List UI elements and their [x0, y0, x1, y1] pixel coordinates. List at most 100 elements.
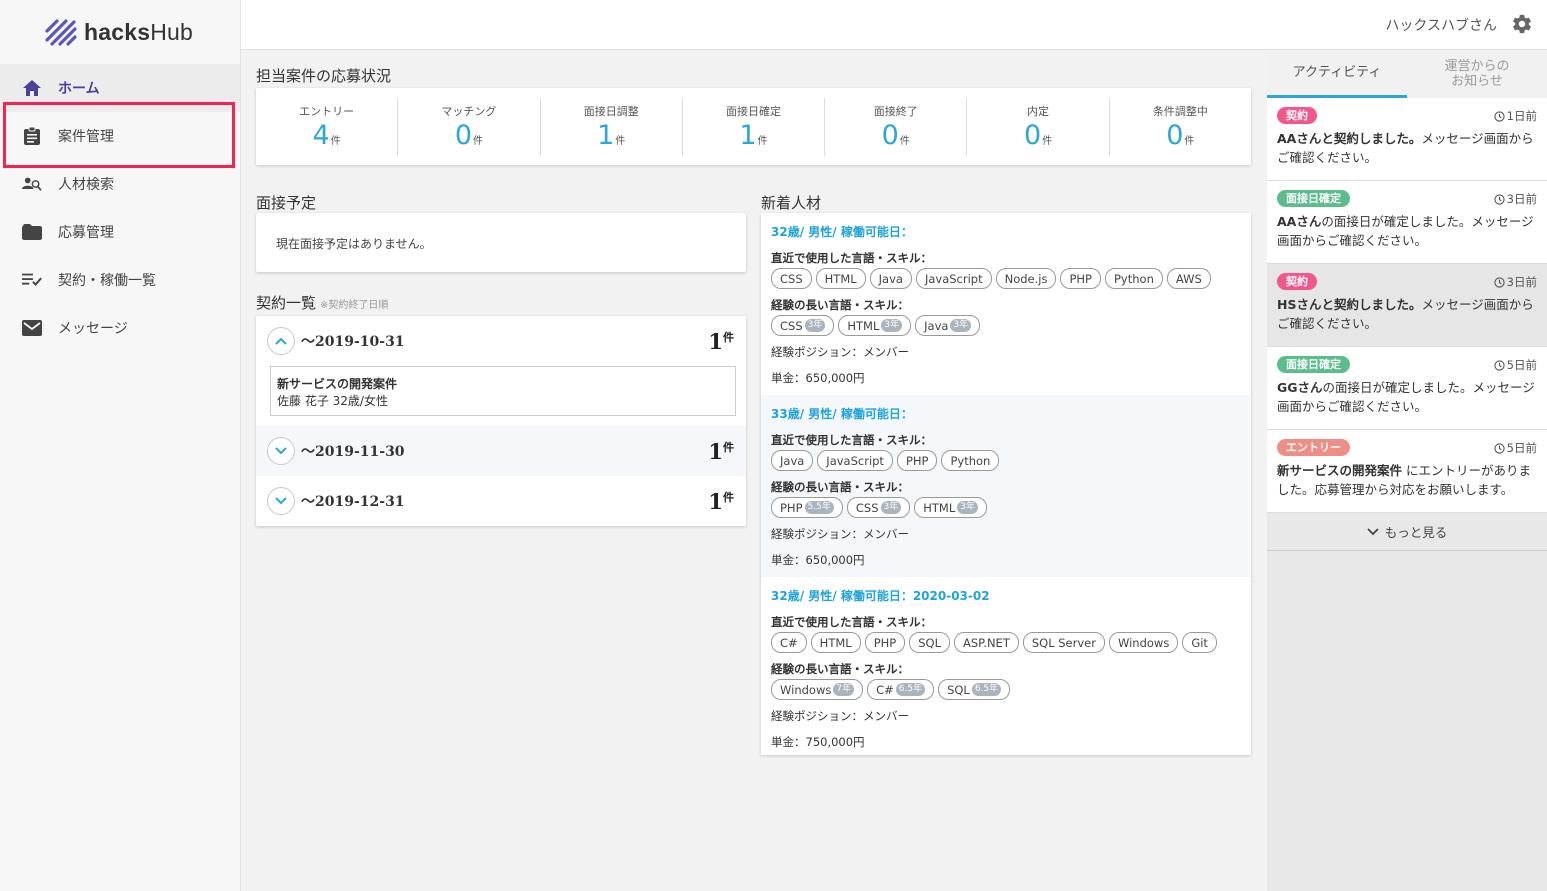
skill-tag: HTML 3年 [914, 497, 987, 518]
status-badge: 契約 [1277, 273, 1317, 290]
status-value: 1件 [597, 119, 626, 151]
sidebar-nav: ホーム 案件管理 人材検索 応募管理 契約・稼働一覧 メッセージ [0, 64, 240, 352]
chevron-down-icon[interactable] [267, 437, 295, 465]
status-negotiating[interactable]: 条件調整中 0件 [1110, 98, 1251, 156]
contract-count: 1件 [708, 328, 734, 354]
recent-skills: CSS HTML Java JavaScript Node.js PHP Pyt… [771, 268, 1241, 289]
contract-count: 1件 [708, 488, 734, 514]
status-value: 0件 [1023, 119, 1053, 151]
talent-position: 経験ポジション：メンバー [771, 527, 909, 541]
skill-tag: CSS 3年 [771, 315, 835, 336]
show-more-label: もっと見る [1384, 525, 1448, 540]
status-interview-scheduling[interactable]: 面接日調整 1件 [541, 97, 683, 156]
tab-activity[interactable]: アクティビティ [1267, 51, 1407, 98]
chevron-down-icon[interactable] [267, 487, 295, 515]
skill-tag: Java [869, 268, 912, 289]
activity-item[interactable]: エントリー 5日前 新サービスの開発案件 にエントリーがありました。応募管理から… [1267, 430, 1547, 513]
gear-icon[interactable] [1511, 13, 1533, 35]
skill-tag: PHP 5.5年 [771, 497, 843, 518]
skill-tag: JavaScript [915, 268, 992, 289]
contract-project: 新サービスの開発案件 [277, 377, 398, 391]
status-interview-done[interactable]: 面接終了 0件 [825, 97, 968, 156]
clock-icon [1494, 359, 1505, 371]
status-badge: 面接日確定 [1277, 356, 1350, 373]
activity-item[interactable]: 契約 1日前 AAさんと契約しました。メッセージ画面からご確認ください。 [1267, 98, 1547, 181]
sidebar-item-talent-search[interactable]: 人材検索 [0, 160, 240, 208]
skill-tag: HTML [810, 632, 861, 653]
talent-item[interactable]: 32歳/ 男性/ 稼働可能日：2020-03-02 直近で使用した言語・スキル：… [761, 577, 1251, 759]
main-content: 担当案件の応募状況 エントリー 4件 マッチング 0件 面接日調整 1件 面接日… [241, 51, 1267, 891]
skill-tag: CSS [771, 268, 812, 289]
talent-item[interactable]: 32歳/ 男性/ 稼働可能日： 直近で使用した言語・スキル： CSS HTML … [761, 213, 1251, 395]
skill-tag: HTML [815, 268, 866, 289]
talent-item[interactable]: 33歳/ 男性/ 稼働可能日： 直近で使用した言語・スキル： Java Java… [761, 395, 1251, 577]
status-matching[interactable]: マッチング 0件 [398, 97, 541, 156]
activity-time: 3日前 [1494, 191, 1537, 207]
sidebar-item-projects[interactable]: 案件管理 [0, 112, 240, 160]
sidebar-item-home[interactable]: ホーム [0, 64, 240, 112]
status-value: 0件 [1166, 119, 1195, 151]
status-value: 0件 [881, 119, 910, 151]
contract-group[interactable]: 〜2019-10-31 1件 [256, 316, 746, 366]
sidebar-item-contracts[interactable]: 契約・稼働一覧 [0, 256, 240, 304]
tab-announcements[interactable]: 運営からの お知らせ [1407, 51, 1547, 98]
long-skills: CSS 3年 HTML 3年 Java 3年 [771, 315, 1241, 336]
contract-date: 〜2019-11-30 [301, 444, 405, 460]
talent-position: 経験ポジション：メンバー [771, 345, 909, 359]
skill-tag: PHP [864, 632, 906, 653]
interview-empty-text: 現在面接予定はありません。 [276, 237, 432, 251]
talent-head[interactable]: 32歳/ 男性/ 稼働可能日：2020-03-02 [771, 587, 1241, 604]
activity-text: 新サービスの開発案件 にエントリーがありました。応募管理から対応をお願いします。 [1277, 463, 1531, 497]
talents-title: 新着人材 [761, 194, 822, 212]
skill-tag: PHP [896, 450, 938, 471]
show-more-button[interactable]: もっと見る [1267, 513, 1547, 551]
sidebar-item-label: メッセージ [58, 321, 128, 337]
long-skills-label: 経験の長い言語・スキル： [771, 480, 909, 494]
chevron-down-icon [1367, 527, 1379, 535]
activity-item[interactable]: 面接日確定 3日前 AAさんの面接日が確定しました。メッセージ画面からご確認くだ… [1267, 181, 1547, 264]
sidebar-item-messages[interactable]: メッセージ [0, 304, 240, 352]
contract-group[interactable]: 〜2019-12-31 1件 [256, 476, 746, 526]
talent-head[interactable]: 32歳/ 男性/ 稼働可能日： [771, 223, 1241, 240]
activity-item[interactable]: 契約 3日前 HSさんと契約しました。メッセージ画面からご確認ください。 [1267, 264, 1547, 347]
activity-text: AAさんの面接日が確定しました。メッセージ画面からご確認ください。 [1277, 214, 1534, 248]
activity-panel: アクティビティ 運営からの お知らせ 契約 1日前 AAさんと契約しました。メッ… [1267, 51, 1547, 891]
activity-item[interactable]: 面接日確定 5日前 GGさんの面接日が確定しました。メッセージ画面からご確認くだ… [1267, 347, 1547, 430]
sidebar-item-label: 案件管理 [58, 129, 114, 145]
status-interview-confirmed[interactable]: 面接日確定 1件 [683, 97, 826, 156]
mail-icon [22, 318, 42, 338]
status-label: 内定 [1027, 104, 1050, 118]
status-offer[interactable]: 内定 0件 [967, 97, 1110, 156]
recent-skills-label: 直近で使用した言語・スキル： [771, 251, 932, 265]
chevron-up-icon[interactable] [267, 327, 295, 355]
recent-skills-label: 直近で使用した言語・スキル： [771, 615, 932, 629]
sidebar: hacksHub ホーム 案件管理 人材検索 応募管理 契約・稼働一覧 メッセー… [0, 0, 241, 891]
checklist-icon [22, 270, 42, 290]
status-badge: エントリー [1277, 439, 1350, 456]
clock-icon [1494, 276, 1505, 288]
skill-tag: SQL 6.5年 [938, 679, 1011, 700]
status-badge: 契約 [1277, 107, 1317, 124]
talent-price: 単金：650,000円 [771, 371, 865, 385]
skill-tag: PHP [1060, 268, 1101, 289]
sidebar-item-label: 応募管理 [58, 225, 114, 241]
long-skills: Windows 7年 C# 6.5年 SQL 6.5年 [771, 679, 1241, 700]
status-entry[interactable]: エントリー 4件 [256, 97, 399, 156]
logo[interactable]: hacksHub [0, 0, 240, 64]
logo-text: hacksHub [84, 18, 194, 45]
user-name[interactable]: ハックスハブさん [1385, 15, 1497, 35]
recent-skills: Java JavaScript PHP Python [771, 450, 1241, 471]
skill-tag: ASP.NET [953, 632, 1019, 653]
talent-head[interactable]: 33歳/ 男性/ 稼働可能日： [771, 405, 1241, 422]
activity-text: GGさんの面接日が確定しました。メッセージ画面からご確認ください。 [1277, 380, 1535, 414]
status-value: 4件 [312, 119, 341, 151]
skill-tag: Windows 7年 [771, 679, 864, 700]
contract-group[interactable]: 〜2019-11-30 1件 [256, 426, 746, 476]
talent-list: 32歳/ 男性/ 稼働可能日： 直近で使用した言語・スキル： CSS HTML … [761, 213, 1251, 755]
activity-time: 3日前 [1494, 274, 1537, 290]
skill-tag: C# [771, 632, 807, 653]
skill-tag: JavaScript [817, 450, 893, 471]
contract-item[interactable]: 新サービスの開発案件 佐藤 花子 32歳/女性 [270, 366, 736, 416]
sidebar-item-applications[interactable]: 応募管理 [0, 208, 240, 256]
talent-price: 単金：750,000円 [771, 735, 865, 749]
